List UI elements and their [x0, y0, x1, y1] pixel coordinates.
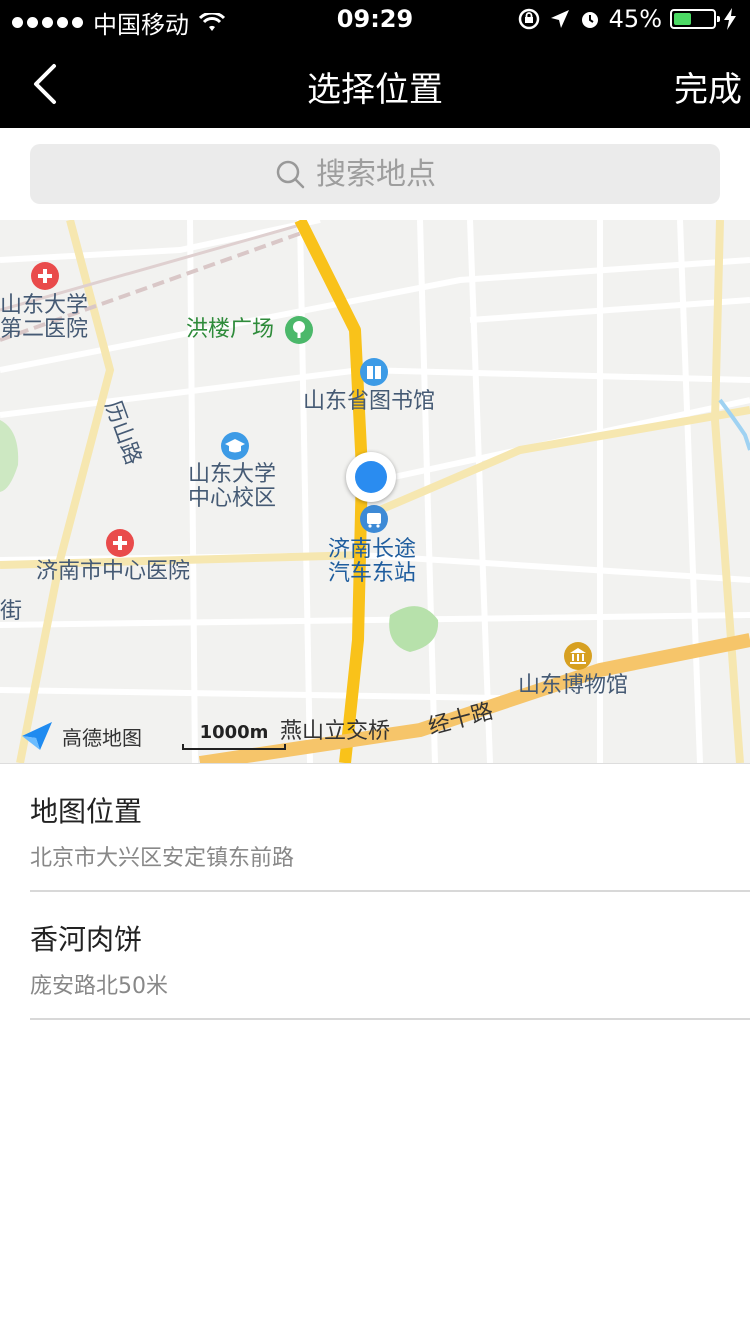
map-provider-name: 高德地图 — [62, 725, 142, 750]
map-label-library: 山东省图书馆 — [303, 389, 436, 414]
page-title: 选择位置 — [307, 70, 443, 110]
map-label-museum: 山东博物馆 — [518, 673, 629, 698]
location-title: 香河肉饼 — [30, 923, 143, 956]
map-label-sdu-campus: 山东大学 中心校区 — [188, 462, 277, 512]
map-label-sdu-hospital: 山东大学 第二医院 — [0, 293, 89, 343]
map-provider-logo: 高德地图 — [20, 718, 142, 754]
charging-bolt-icon — [724, 8, 736, 30]
location-address: 庞安路北50米 — [30, 974, 168, 999]
library-icon[interactable] — [360, 358, 388, 386]
alarm-icon — [581, 12, 598, 28]
map-label-yanshan-bridge: 燕山立交桥 — [280, 719, 391, 744]
map-view[interactable]: 山东大学 第二医院 洪楼广场 山东省图书馆 历山路 山东大学 中心校区 济南市中… — [0, 220, 750, 763]
map-scale: 1000m — [182, 722, 286, 750]
current-location-pin[interactable] — [346, 452, 396, 502]
list-item[interactable]: 地图位置 北京市大兴区安定镇东前路 — [30, 764, 750, 892]
search-box[interactable] — [30, 144, 720, 204]
search-input[interactable] — [316, 156, 476, 192]
status-bar: 中国移动 09:29 45% — [0, 0, 750, 40]
battery-icon — [670, 9, 720, 29]
bus-station-icon[interactable] — [360, 505, 388, 533]
map-scale-label: 1000m — [199, 722, 269, 743]
battery-percent: 45% — [608, 5, 662, 33]
done-button[interactable]: 完成 — [674, 62, 742, 111]
map-label-street: 街 — [0, 599, 23, 624]
rotation-lock-icon — [518, 8, 539, 30]
list-item[interactable]: 香河肉饼 庞安路北50米 — [30, 892, 750, 1020]
location-title: 地图位置 — [30, 795, 143, 828]
map-label-central-hospital: 济南市中心医院 — [36, 559, 191, 584]
navigation-bar: 选择位置 完成 — [0, 40, 750, 128]
location-address: 北京市大兴区安定镇东前路 — [30, 846, 295, 871]
map-label-bus-station: 济南长途 汽车东站 — [328, 537, 417, 587]
hospital-icon[interactable] — [31, 262, 59, 290]
search-icon — [276, 160, 305, 189]
battery-level — [674, 13, 691, 25]
location-results-list: 地图位置 北京市大兴区安定镇东前路 香河肉饼 庞安路北50米 — [0, 763, 750, 1020]
park-icon[interactable] — [285, 316, 313, 344]
school-icon[interactable] — [221, 432, 249, 460]
hospital-icon[interactable] — [106, 529, 134, 557]
location-dot — [355, 461, 387, 493]
amap-logo-icon — [22, 722, 52, 750]
location-arrow-icon — [550, 10, 569, 28]
search-bar — [0, 128, 750, 220]
museum-icon[interactable] — [564, 642, 592, 670]
status-right: 45% — [517, 5, 736, 33]
map-scale-bar — [182, 744, 286, 750]
map-label-honglou: 洪楼广场 — [186, 317, 275, 342]
